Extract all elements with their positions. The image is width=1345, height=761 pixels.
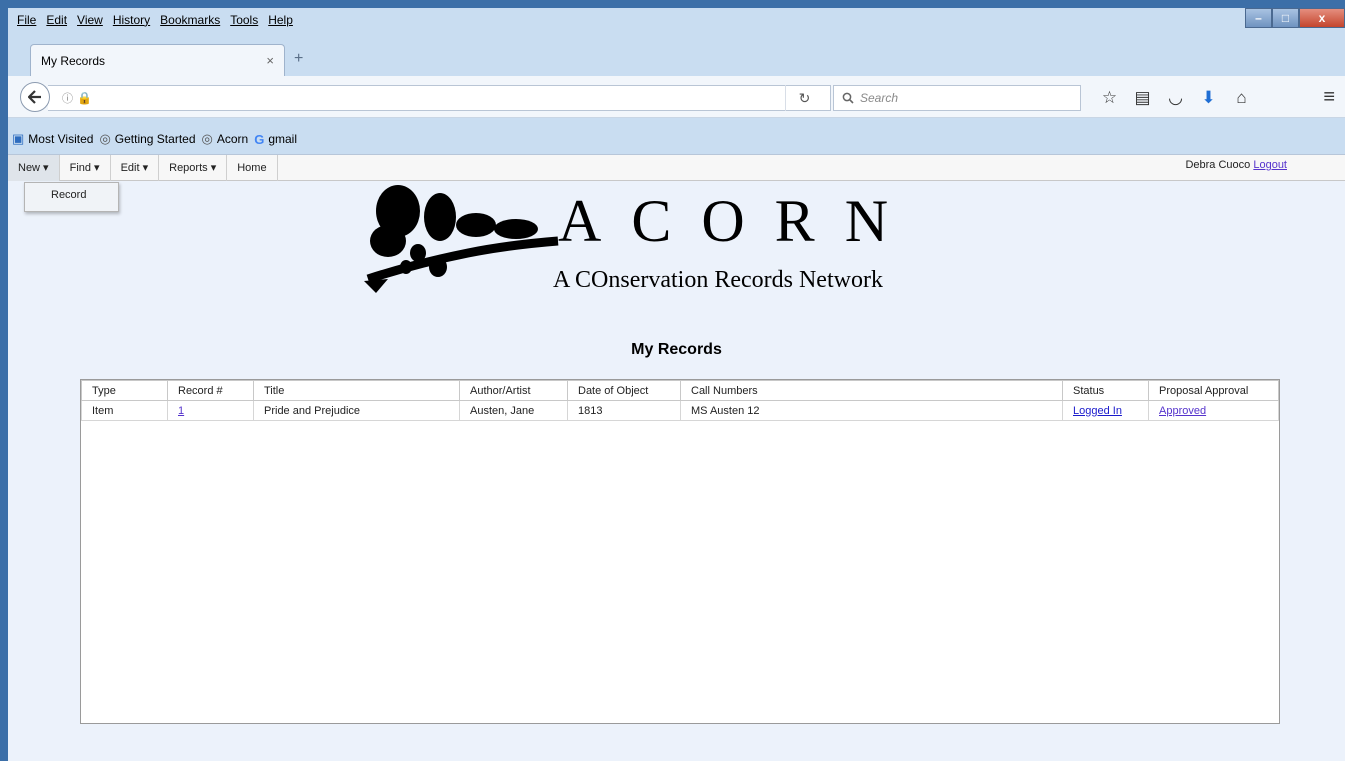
- nav-home[interactable]: Home: [227, 154, 278, 181]
- user-box: Debra Cuoco Logout: [1185, 159, 1287, 171]
- tab-my-records[interactable]: My Records ×: [30, 44, 285, 76]
- bookmark-label: Acorn: [216, 132, 249, 146]
- search-icon: [842, 92, 854, 104]
- close-window-button[interactable]: x: [1299, 8, 1345, 28]
- user-name: Debra Cuoco: [1185, 159, 1251, 171]
- logo-subtitle: A COnservation Records Network: [553, 267, 883, 293]
- app-nav-bar: New ▾ Find ▾ Edit ▾ Reports ▾ Home Debra…: [8, 154, 1345, 181]
- table-header-row: Type Record # Title Author/Artist Date o…: [81, 380, 1279, 401]
- cell-title: Pride and Prejudice: [253, 400, 460, 421]
- bookmark-star-icon[interactable]: ☆: [1093, 86, 1126, 110]
- header-title[interactable]: Title: [253, 380, 460, 401]
- bookmark-label: Most Visited: [28, 132, 94, 146]
- window-controls: – □ x: [1245, 8, 1345, 28]
- menu-history[interactable]: History: [108, 13, 155, 27]
- bookmark-acorn[interactable]: ◎ Acorn: [202, 131, 249, 147]
- toolbar-icons: ☆ ▤ ◡ ⬇ ⌂: [1093, 86, 1258, 110]
- nav-toolbar: ⓘ 🔒 ↻ Search ☆ ▤ ◡ ⬇ ⌂ ≡: [8, 76, 1345, 118]
- close-tab-icon[interactable]: ×: [266, 53, 274, 68]
- header-proposal-approval[interactable]: Proposal Approval: [1148, 380, 1279, 401]
- menu-tools[interactable]: Tools: [225, 13, 263, 27]
- records-table: Type Record # Title Author/Artist Date o…: [81, 380, 1279, 421]
- cell-record: 1: [167, 400, 254, 421]
- bookmark-getting-started[interactable]: ◎ Getting Started: [99, 131, 195, 147]
- bookmark-label: gmail: [268, 132, 298, 146]
- records-table-container: Type Record # Title Author/Artist Date o…: [80, 379, 1280, 724]
- tab-strip: My Records × +: [8, 44, 1345, 76]
- lock-warning-icon[interactable]: 🔒: [77, 91, 92, 105]
- folder-icon: ▣: [12, 131, 25, 146]
- back-button[interactable]: [20, 82, 50, 112]
- menu-bar: File Edit View History Bookmarks Tools H…: [8, 8, 368, 32]
- bookmark-most-visited[interactable]: ▣ Most Visited: [12, 131, 93, 147]
- page-content: New ▾ Find ▾ Edit ▾ Reports ▾ Home Debra…: [8, 154, 1345, 761]
- bookmark-gmail[interactable]: G gmail: [254, 132, 297, 147]
- search-placeholder: Search: [860, 91, 899, 105]
- new-dropdown-menu: Record: [24, 182, 119, 212]
- menu-bookmarks[interactable]: Bookmarks: [155, 13, 225, 27]
- header-status[interactable]: Status: [1062, 380, 1149, 401]
- reload-button[interactable]: ↻: [785, 85, 823, 111]
- cell-author: Austen, Jane: [459, 400, 568, 421]
- nav-find[interactable]: Find ▾: [60, 154, 111, 181]
- new-tab-button[interactable]: +: [294, 50, 303, 68]
- reload-icon: ↻: [798, 89, 811, 106]
- bookmarks-bar: ▣ Most Visited ◎ Getting Started ◎ Acorn…: [8, 128, 1345, 150]
- reader-list-icon[interactable]: ▤: [1126, 86, 1159, 110]
- cell-date: 1813: [567, 400, 681, 421]
- tab-title: My Records: [41, 53, 106, 68]
- page-title: My Records: [631, 341, 722, 358]
- cell-approval: Approved: [1148, 400, 1279, 421]
- maximize-button[interactable]: □: [1272, 8, 1299, 28]
- cell-status: Logged In: [1062, 400, 1149, 421]
- bookmark-label: Getting Started: [114, 132, 196, 146]
- nav-reports[interactable]: Reports ▾: [159, 154, 228, 181]
- menu-help[interactable]: Help: [263, 13, 298, 27]
- header-call-numbers[interactable]: Call Numbers: [680, 380, 1063, 401]
- cell-call-number: MS Austen 12: [680, 400, 1063, 421]
- table-row: Item 1 Pride and Prejudice Austen, Jane …: [81, 400, 1279, 421]
- header-type[interactable]: Type: [81, 380, 168, 401]
- menu-edit[interactable]: Edit: [41, 13, 72, 27]
- record-link[interactable]: 1: [178, 405, 184, 417]
- logout-link[interactable]: Logout: [1253, 159, 1287, 171]
- acorn-logo: ACORN A COnservation Records Network: [358, 183, 978, 303]
- globe-icon: ◎: [201, 131, 213, 146]
- oak-branch-logo: [364, 185, 559, 293]
- pocket-icon[interactable]: ◡: [1159, 86, 1192, 110]
- minimize-button[interactable]: –: [1245, 8, 1272, 28]
- info-icon[interactable]: ⓘ: [62, 90, 73, 106]
- dropdown-item-record[interactable]: Record: [51, 189, 86, 201]
- search-box[interactable]: Search: [833, 85, 1081, 111]
- header-date[interactable]: Date of Object: [567, 380, 681, 401]
- url-bar[interactable]: ⓘ 🔒: [48, 85, 831, 111]
- menu-file[interactable]: File: [12, 13, 41, 27]
- browser-window: File Edit View History Bookmarks Tools H…: [8, 8, 1345, 761]
- globe-icon: ◎: [99, 131, 111, 146]
- hamburger-menu-icon[interactable]: ≡: [1323, 86, 1335, 109]
- header-author[interactable]: Author/Artist: [459, 380, 568, 401]
- google-icon: G: [254, 131, 265, 147]
- header-record[interactable]: Record #: [167, 380, 254, 401]
- back-arrow-icon: [28, 90, 41, 104]
- nav-new[interactable]: New ▾: [8, 154, 60, 181]
- home-icon[interactable]: ⌂: [1225, 86, 1258, 110]
- cell-type: Item: [81, 400, 168, 421]
- nav-edit[interactable]: Edit ▾: [111, 154, 160, 181]
- menu-view[interactable]: View: [72, 13, 108, 27]
- logo-title: ACORN: [558, 188, 919, 254]
- approval-link[interactable]: Approved: [1159, 405, 1206, 417]
- download-icon[interactable]: ⬇: [1192, 86, 1225, 110]
- status-link[interactable]: Logged In: [1073, 405, 1122, 417]
